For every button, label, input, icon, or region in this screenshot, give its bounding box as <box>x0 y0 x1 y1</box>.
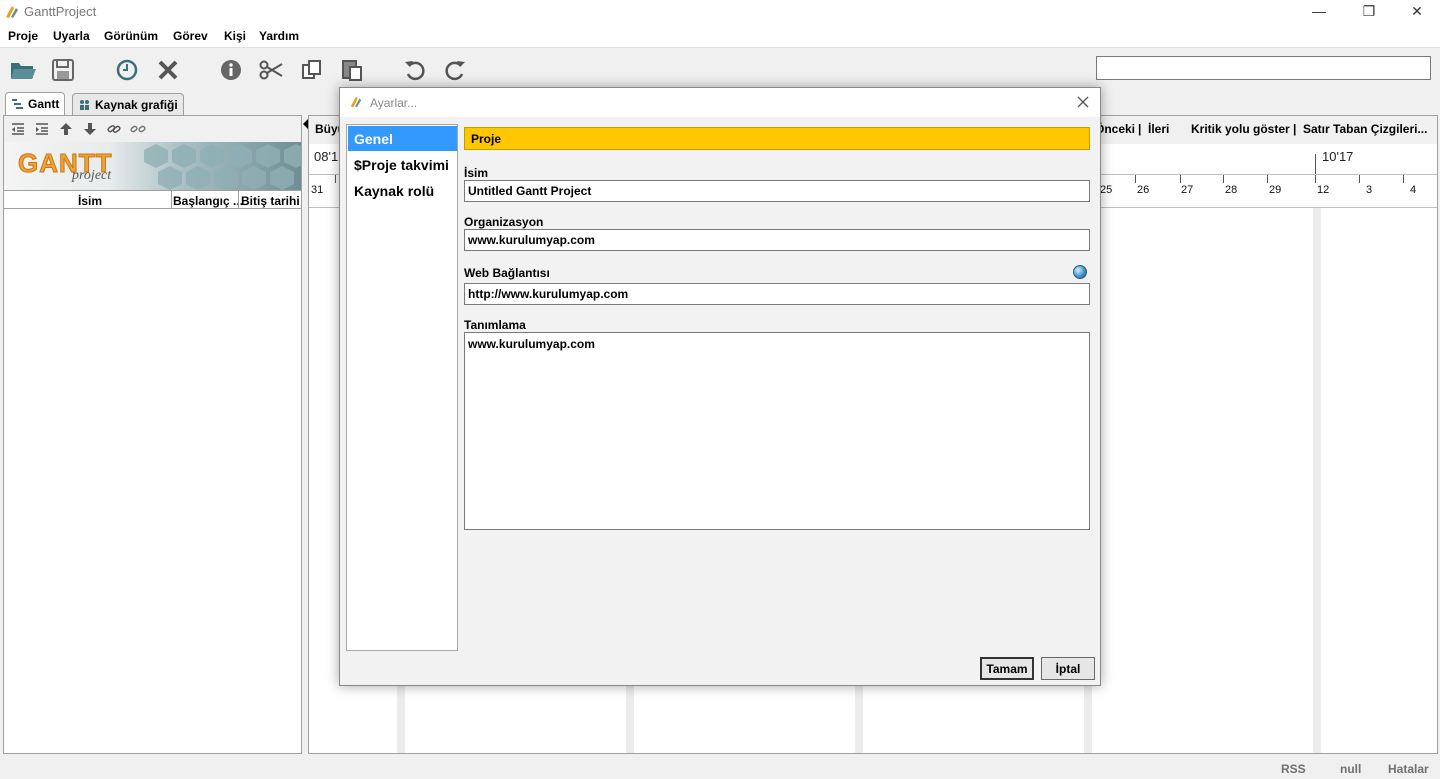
nav-genel[interactable]: Genel <box>348 126 457 151</box>
open-folder-icon[interactable] <box>9 56 37 84</box>
errors-link[interactable]: Hatalar <box>1388 762 1429 776</box>
task-table-header: İsim Başlangıç ... Bitiş tarihi <box>4 190 301 209</box>
undo-icon[interactable] <box>401 56 429 84</box>
next-link[interactable]: İleri <box>1148 122 1169 136</box>
unlink-icon[interactable] <box>130 121 146 137</box>
menu-kisi[interactable]: Kişi <box>224 29 246 43</box>
ganttproject-logo-icon <box>6 6 18 18</box>
section-header: Proje <box>464 127 1090 150</box>
description-textarea[interactable]: www.kurulumyap.com <box>464 332 1090 530</box>
copy-icon[interactable] <box>298 56 326 84</box>
redo-icon[interactable] <box>441 56 469 84</box>
separator: | <box>1138 122 1142 136</box>
settings-dialog: Ayarlar... Genel $Proje takvimi Kaynak r… <box>339 87 1101 686</box>
web-link-field[interactable] <box>464 283 1090 305</box>
ganttproject-logo-icon <box>350 96 362 108</box>
move-down-icon[interactable] <box>82 121 98 137</box>
menu-uyarla[interactable]: Uyarla <box>53 29 90 43</box>
logo-subtext: project <box>72 168 112 183</box>
menu-proje[interactable]: Proje <box>8 29 38 43</box>
day-label: 12 <box>1317 184 1330 196</box>
tab-gantt-label: Gantt <box>28 97 60 111</box>
cut-icon[interactable] <box>257 56 285 84</box>
month-label: 10'17 <box>1322 149 1354 164</box>
day-label: 31 <box>311 184 324 196</box>
nav-project-calendar[interactable]: $Proje takvimi <box>348 152 457 177</box>
ganttproject-banner: GANTT project <box>4 142 301 190</box>
menu-gorev[interactable]: Görev <box>173 29 208 43</box>
name-field[interactable] <box>464 180 1090 202</box>
globe-icon[interactable] <box>1073 265 1087 279</box>
previous-link[interactable]: Önceki <box>1095 122 1135 136</box>
delete-icon[interactable] <box>154 56 182 84</box>
outdent-icon[interactable] <box>10 121 26 137</box>
restore-button[interactable]: ❐ <box>1346 0 1392 24</box>
tab-resources[interactable]: Kaynak grafiği <box>72 93 184 115</box>
col-name[interactable]: İsim <box>78 194 102 208</box>
day-label: 3 <box>1366 184 1373 196</box>
tab-gantt[interactable]: Gantt <box>5 92 66 115</box>
month-label: 08'1 <box>314 149 339 164</box>
weekend-column <box>1313 208 1321 753</box>
day-label: 27 <box>1181 184 1194 196</box>
ok-button[interactable]: Tamam <box>980 657 1034 680</box>
cancel-button[interactable]: İptal <box>1041 657 1095 680</box>
nav-resource-role[interactable]: Kaynak rolü <box>348 178 457 203</box>
info-icon[interactable] <box>217 56 245 84</box>
critical-path-link[interactable]: Kritik yolu göster <box>1191 122 1290 136</box>
description-label: Tanımlama <box>464 318 526 332</box>
menu-bar: Proje Uyarla Görünüm Görev Kişi Yardım <box>0 24 1440 48</box>
dialog-title-bar: Ayarlar... <box>340 88 1100 117</box>
day-label: 4 <box>1410 184 1417 196</box>
minimize-button[interactable]: — <box>1296 0 1342 24</box>
name-label: İsim <box>464 166 489 180</box>
status-bar: RSS null Hatalar <box>0 757 1440 779</box>
close-icon[interactable] <box>1074 93 1092 111</box>
rss-link[interactable]: RSS <box>1281 762 1306 776</box>
settings-nav: Genel $Proje takvimi Kaynak rolü <box>346 124 458 651</box>
organization-field[interactable] <box>464 229 1090 251</box>
task-tree-panel: GANTT project İsim Başlangıç ... Bitiş t… <box>3 115 302 754</box>
web-link-label: Web Bağlantısı <box>464 266 550 280</box>
separator: | <box>1293 122 1297 136</box>
day-label: 26 <box>1137 184 1150 196</box>
status-null: null <box>1340 762 1362 776</box>
organization-label: Organizasyon <box>464 215 544 229</box>
history-clock-icon[interactable] <box>113 56 141 84</box>
move-up-icon[interactable] <box>58 121 74 137</box>
paste-icon[interactable] <box>338 56 366 84</box>
search-input[interactable] <box>1096 56 1431 80</box>
col-end[interactable]: Bitiş tarihi <box>241 194 300 208</box>
task-tools <box>4 116 301 142</box>
people-icon <box>80 99 89 110</box>
col-start[interactable]: Başlangıç ... <box>173 194 243 208</box>
menu-gorunum[interactable]: Görünüm <box>104 29 158 43</box>
menu-yardim[interactable]: Yardım <box>259 29 299 43</box>
save-icon[interactable] <box>49 56 77 84</box>
indent-icon[interactable] <box>34 121 50 137</box>
window-title: GanttProject <box>24 4 97 19</box>
close-window-button[interactable]: ✕ <box>1394 0 1440 24</box>
day-label: 29 <box>1269 184 1282 196</box>
title-bar: GanttProject — ❐ ✕ <box>0 0 1440 24</box>
day-label: 28 <box>1225 184 1238 196</box>
main-toolbar <box>0 49 1440 91</box>
baselines-link[interactable]: Satır Taban Çizgileri... <box>1303 122 1427 136</box>
tab-resources-label: Kaynak grafiği <box>95 97 178 112</box>
dialog-title: Ayarlar... <box>370 96 418 110</box>
gantt-tab-icon <box>12 99 23 109</box>
link-icon[interactable] <box>106 121 122 137</box>
day-label: 25 <box>1100 184 1113 196</box>
